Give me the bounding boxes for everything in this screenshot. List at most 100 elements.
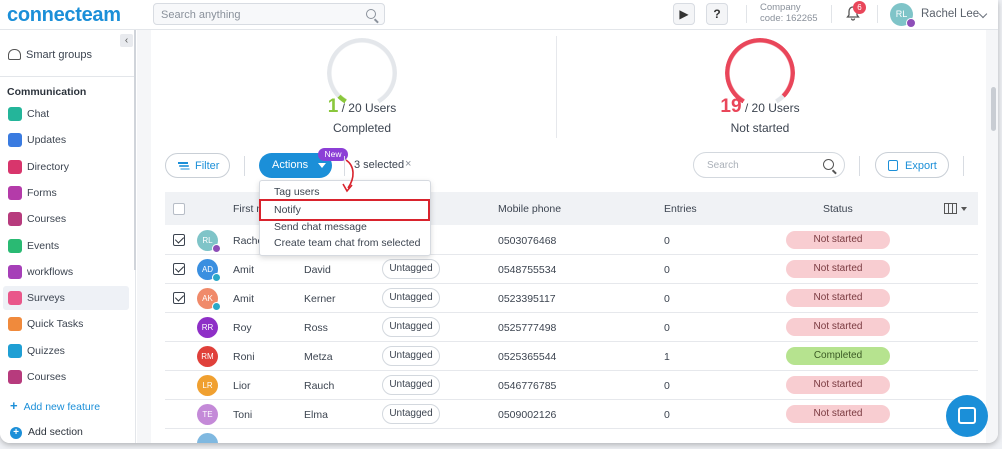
completed-percent: 5%: [327, 63, 397, 78]
sidebar-item-directory[interactable]: Directory: [3, 155, 129, 179]
avatar-initials: RL: [895, 9, 908, 19]
table-row[interactable]: RR Roy Ross Untagged 0525777498 0 Not started: [165, 313, 978, 342]
row-checkbox[interactable]: [173, 350, 185, 362]
sidebar-item-courses[interactable]: Courses: [3, 365, 129, 389]
column-entries[interactable]: Entries: [664, 203, 697, 215]
sidebar-item-label: Chat: [27, 108, 50, 120]
menu-item-send-chat-message[interactable]: Send chat message: [274, 221, 367, 233]
cell-entries: 0: [664, 293, 670, 305]
table-row[interactable]: RM Roni Metza Untagged 0525365544 1 Completed: [165, 342, 978, 371]
sidebar-item-surveys[interactable]: Surveys: [3, 286, 129, 311]
avatar-initials: LR: [202, 381, 213, 390]
add-feature-label: Add new feature: [23, 401, 101, 413]
row-checkbox[interactable]: [173, 292, 185, 304]
not-started-count-value: 19: [720, 96, 742, 117]
export-button[interactable]: Export: [875, 152, 949, 178]
cell-first-name: Amit: [233, 264, 254, 276]
cell-mobile-phone: 0525365544: [498, 351, 557, 363]
tag-badge[interactable]: Untagged: [382, 288, 440, 308]
cell-last-name: Elma: [304, 409, 328, 421]
filter-button[interactable]: Filter: [165, 153, 230, 178]
columns-icon[interactable]: [944, 203, 957, 214]
sidebar-item-quick-tasks[interactable]: Quick Tasks: [3, 312, 129, 336]
menu-item-create-team-chat[interactable]: Create team chat from selected: [274, 237, 420, 249]
tag-badge[interactable]: Untagged: [382, 317, 440, 337]
stats-divider: [556, 36, 557, 138]
sidebar-scrollbar[interactable]: [134, 30, 136, 270]
cell-mobile-phone: 0525777498: [498, 322, 557, 334]
page-scrollbar[interactable]: [991, 87, 996, 131]
topbar-divider: [877, 5, 878, 23]
column-mobile-phone[interactable]: Mobile phone: [498, 203, 561, 215]
table-row[interactable]: TE Toni Elma Untagged 0509002126 0 Not started: [165, 400, 978, 429]
table-row[interactable]: AK Amit Kerner Untagged 0523395117 0 Not start…: [165, 284, 978, 313]
selected-count: 3 selected: [354, 159, 405, 171]
row-checkbox[interactable]: [173, 437, 185, 443]
actions-label: Actions: [272, 159, 309, 171]
cell-entries: 1: [664, 351, 670, 363]
avatar: AD: [197, 259, 221, 282]
cell-mobile-phone: 0548755534: [498, 264, 557, 276]
user-name[interactable]: Rachel Lee: [921, 8, 979, 20]
not-started-total: / 20 Users: [744, 101, 800, 115]
clear-selection-button[interactable]: ×: [405, 158, 411, 170]
play-icon: ▶: [679, 7, 689, 21]
status-badge: Not started: [786, 376, 890, 394]
cell-entries: 0: [664, 264, 670, 276]
cell-mobile-phone: 0523395117: [498, 293, 556, 305]
tag-badge[interactable]: Untagged: [382, 259, 440, 279]
column-first-name[interactable]: First n: [233, 203, 262, 215]
add-section-button[interactable]: + Add section: [10, 426, 83, 439]
tag-badge[interactable]: Untagged: [382, 346, 440, 366]
cell-last-name: Metza: [304, 351, 333, 363]
chevron-down-icon[interactable]: [978, 9, 988, 19]
help-button[interactable]: ?: [706, 3, 728, 25]
cell-first-name: Roy: [233, 322, 252, 334]
notifications-button[interactable]: 6: [845, 1, 866, 21]
sidebar-item-label: Courses: [27, 213, 67, 226]
menu-item-tag-users[interactable]: Tag users: [274, 186, 320, 198]
sidebar-item-quizzes[interactable]: Quizzes: [3, 339, 129, 363]
caret-down-icon[interactable]: [961, 207, 967, 211]
table-search-input[interactable]: Search: [693, 152, 845, 178]
select-all-checkbox[interactable]: [173, 203, 185, 215]
column-status[interactable]: Status: [823, 203, 853, 215]
search-placeholder: Search anything: [161, 9, 241, 21]
user-avatar[interactable]: RL: [890, 3, 916, 28]
sidebar-item-chat[interactable]: Chat: [3, 102, 129, 126]
table-row[interactable]: AD Amit David Untagged 0548755534 0 Not starte…: [165, 255, 978, 284]
row-checkbox[interactable]: [173, 234, 185, 246]
tag-badge[interactable]: Untagged: [382, 404, 440, 424]
add-new-feature-button[interactable]: + Add new feature: [10, 398, 100, 413]
app-badge-icon: [212, 302, 221, 311]
sidebar-item-courses[interactable]: Courses: [3, 207, 129, 231]
app-badge-icon: [212, 273, 221, 282]
table-row[interactable]: LR Lior Rauch Untagged 0546776785 0 Not starte…: [165, 371, 978, 400]
toolbar-divider: [244, 156, 245, 176]
sidebar-item-updates[interactable]: Updates: [3, 128, 129, 152]
row-checkbox[interactable]: [173, 408, 185, 420]
support-chat-button[interactable]: [946, 395, 988, 437]
courses-icon: [8, 370, 22, 384]
sidebar-item-smart-groups[interactable]: Smart groups: [8, 49, 92, 61]
cell-last-name: Rauch: [304, 380, 335, 392]
play-button[interactable]: ▶: [673, 3, 695, 25]
collapse-sidebar-button[interactable]: ‹: [120, 34, 133, 47]
filter-label: Filter: [195, 160, 220, 172]
status-badge: Not started: [786, 231, 890, 249]
cell-last-name: David: [304, 264, 331, 276]
table-row[interactable]: [165, 429, 978, 443]
row-checkbox[interactable]: [173, 321, 185, 333]
avatar: LR: [197, 375, 218, 396]
global-search-input[interactable]: Search anything: [153, 3, 385, 25]
sidebar-item-events[interactable]: Events: [3, 234, 129, 258]
row-checkbox[interactable]: [173, 263, 185, 275]
sidebar-item-workflows[interactable]: workflows: [3, 260, 129, 284]
completed-count: 1 / 20 Users: [262, 96, 462, 118]
topbar-divider: [831, 5, 832, 23]
connecteam-logo[interactable]: connecteam: [7, 4, 121, 27]
row-checkbox[interactable]: [173, 379, 185, 391]
sidebar-item-forms[interactable]: Forms: [3, 181, 129, 205]
add-section-label: Add section: [28, 426, 83, 438]
tag-badge[interactable]: Untagged: [382, 375, 440, 395]
